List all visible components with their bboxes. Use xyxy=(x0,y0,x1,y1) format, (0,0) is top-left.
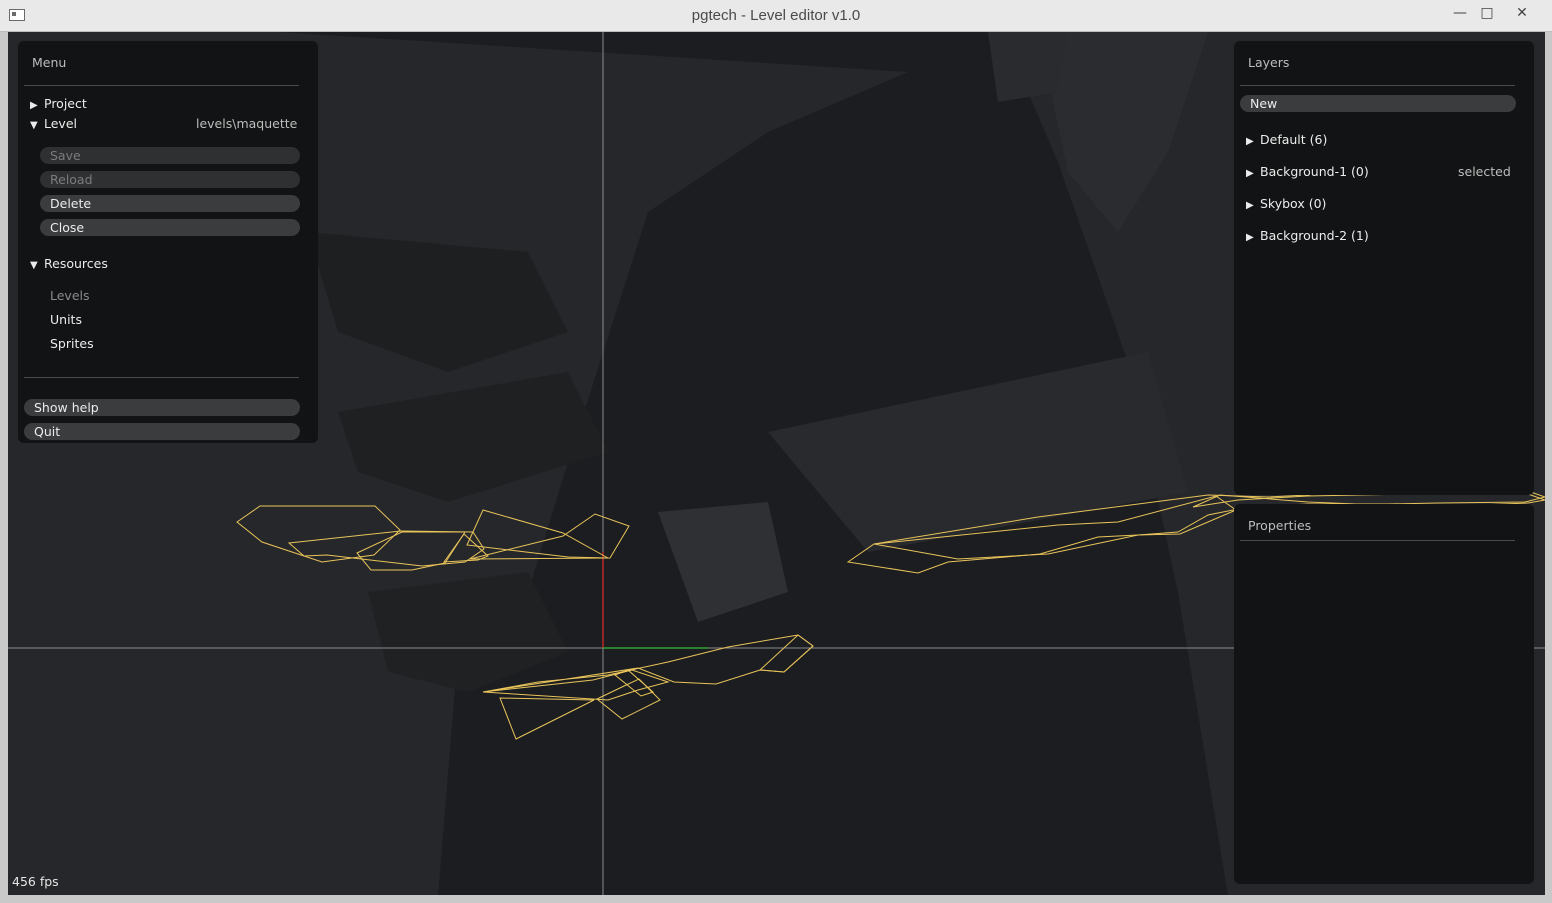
tree-item-project-label: Project xyxy=(44,96,87,111)
triangle-down-icon: ▼ xyxy=(30,120,38,131)
polygon-4 xyxy=(442,533,489,563)
layer-item-label: Default (6) xyxy=(1260,132,1328,147)
triangle-down-icon: ▼ xyxy=(30,260,38,271)
window-titlebar[interactable]: pgtech - Level editor v1.0 — □ ✕ xyxy=(0,0,1552,32)
layer-item-default[interactable]: ▶ Default (6) xyxy=(1246,132,1327,147)
menu-divider-bottom xyxy=(24,377,299,378)
layers-panel-title: Layers xyxy=(1248,55,1290,70)
resource-levels[interactable]: Levels xyxy=(50,288,90,303)
layer-item-background-2[interactable]: ▶ Background-2 (1) xyxy=(1246,228,1369,243)
menu-panel-title: Menu xyxy=(32,55,67,70)
new-layer-button[interactable]: New xyxy=(1240,95,1516,112)
close-window-button[interactable]: ✕ xyxy=(1508,2,1536,24)
triangle-right-icon: ▶ xyxy=(1246,168,1254,179)
maximize-button[interactable]: □ xyxy=(1473,2,1501,24)
layer-item-label: Skybox (0) xyxy=(1260,196,1327,211)
layer-item-background-1[interactable]: ▶ Background-1 (0) xyxy=(1246,164,1369,179)
reload-button[interactable]: Reload xyxy=(40,171,300,188)
triangle-right-icon: ▶ xyxy=(1246,200,1254,211)
background-sprite xyxy=(278,32,1228,895)
layers-panel: Layers New ▶ Default (6) ▶ Background-1 (0… xyxy=(1234,41,1534,495)
layer-item-skybox[interactable]: ▶ Skybox (0) xyxy=(1246,196,1326,211)
fps-counter: 456 fps xyxy=(12,874,59,889)
level-path: levels\maquette xyxy=(196,116,298,131)
properties-panel: Properties xyxy=(1234,504,1534,884)
tree-item-resources-label: Resources xyxy=(44,256,108,271)
tree-item-project[interactable]: ▶ Project xyxy=(30,96,87,111)
resource-units[interactable]: Units xyxy=(50,312,82,327)
layer-item-label: Background-2 (1) xyxy=(1260,228,1369,243)
minimize-button[interactable]: — xyxy=(1446,2,1474,24)
delete-button[interactable]: Delete xyxy=(40,195,300,212)
resource-sprites[interactable]: Sprites xyxy=(50,336,94,351)
close-level-button[interactable]: Close xyxy=(40,219,300,236)
window-title: pgtech - Level editor v1.0 xyxy=(691,7,861,24)
layer-item-label: Background-1 (0) xyxy=(1260,164,1369,179)
level-viewport[interactable]: 456 fps Menu ▶ Project ▼ Level levels\maqu… xyxy=(8,32,1545,895)
tree-item-resources[interactable]: ▼ Resources xyxy=(30,256,108,271)
quit-button[interactable]: Quit xyxy=(24,423,300,440)
properties-divider xyxy=(1240,540,1515,541)
save-button[interactable]: Save xyxy=(40,147,300,164)
layer-selected-indicator: selected xyxy=(1458,164,1511,179)
tree-item-level-label: Level xyxy=(44,116,77,131)
menu-panel: Menu ▶ Project ▼ Level levels\maquette Sav… xyxy=(18,41,318,443)
tree-item-level[interactable]: ▼ Level xyxy=(30,116,77,131)
triangle-right-icon: ▶ xyxy=(1246,136,1254,147)
menu-divider-top xyxy=(24,85,299,86)
show-help-button[interactable]: Show help xyxy=(24,399,300,416)
layers-divider xyxy=(1240,85,1515,86)
triangle-right-icon: ▶ xyxy=(30,100,38,111)
triangle-right-icon: ▶ xyxy=(1246,232,1254,243)
properties-panel-title: Properties xyxy=(1248,518,1312,533)
